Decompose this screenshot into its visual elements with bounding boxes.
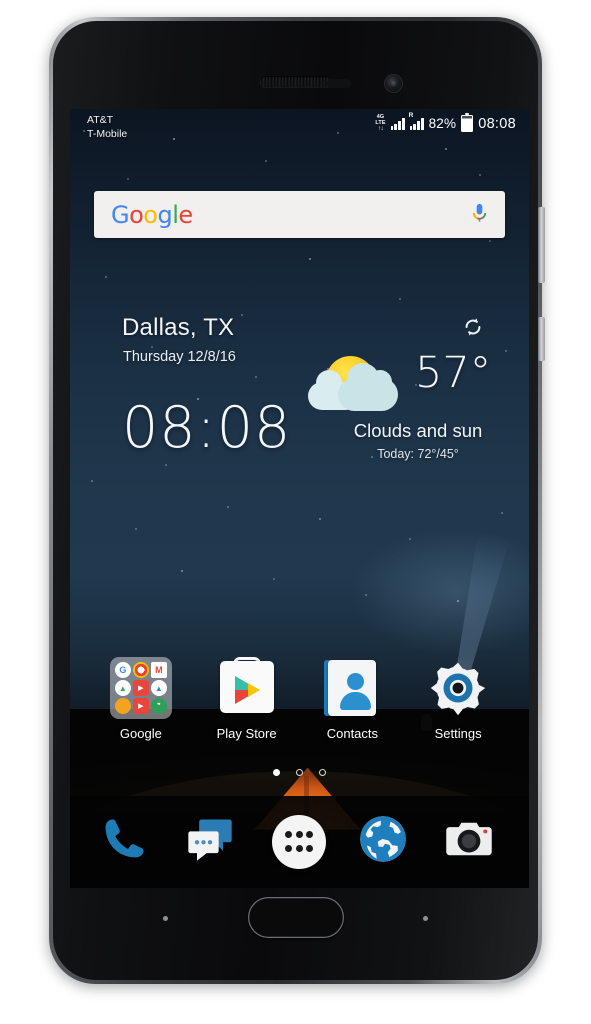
phone-device: AT&T T-Mobile 4G LTE ↑↓ R 82% 08:08 Goog…: [49, 17, 545, 984]
home-clock: 08:08: [122, 395, 292, 461]
cloud-front-icon: [338, 363, 398, 411]
volume-rocker-button[interactable]: [538, 207, 545, 283]
app-drawer-circle[interactable]: [272, 815, 327, 869]
settings-gear-icon[interactable]: [427, 657, 489, 719]
folder-icon-play-movies: ▶: [132, 698, 149, 714]
app-contacts[interactable]: Contacts: [304, 657, 400, 741]
app-drawer-icon[interactable]: [270, 813, 328, 871]
folder-icon-hangouts: ❞: [150, 698, 167, 714]
dock-bar: [70, 796, 529, 888]
battery-percent: 82%: [428, 116, 457, 131]
folder-icon-maps: ▲: [114, 680, 131, 696]
folder-icon-google-search: G: [114, 662, 131, 678]
messaging-icon[interactable]: [184, 813, 242, 871]
power-button[interactable]: [538, 317, 545, 361]
folder-icon-chrome: [132, 662, 149, 678]
front-camera-icon: [385, 75, 403, 92]
contacts-icon[interactable]: [321, 657, 383, 719]
weather-today-range: Today: 72°/45°: [377, 447, 459, 461]
earpiece-speaker-icon: [259, 76, 332, 87]
status-bar[interactable]: AT&T T-Mobile 4G LTE ↑↓ R 82% 08:08: [70, 109, 529, 153]
status-clock: 08:08: [478, 115, 516, 132]
weather-condition-icon: [308, 356, 398, 418]
phone-bezel: AT&T T-Mobile 4G LTE ↑↓ R 82% 08:08 Goog…: [53, 21, 538, 980]
roaming-signal-icon: R: [409, 112, 424, 130]
home-button[interactable]: [247, 897, 344, 938]
google-search-bar[interactable]: Google: [94, 191, 505, 238]
capacitive-key-recents[interactable]: [423, 916, 428, 921]
weather-date: Thursday 12/8/16: [123, 349, 236, 365]
refresh-icon[interactable]: [462, 316, 484, 338]
home-app-row: G M ▲ ▶ ▲ ▶ ❞ Google Play Store Contacts…: [70, 657, 529, 741]
google-folder-icon[interactable]: G M ▲ ▶ ▲ ▶ ❞: [109, 657, 172, 719]
signal-bars-icon: [390, 117, 405, 130]
play-store-bag: [219, 661, 274, 713]
status-icons: 4G LTE ↑↓ R 82% 08:08: [375, 112, 516, 132]
app-settings[interactable]: Settings: [410, 657, 506, 741]
folder-icon-drive: ▲: [150, 680, 167, 696]
page-indicator[interactable]: [70, 769, 529, 776]
carrier-primary: AT&T: [87, 114, 114, 126]
browser-icon[interactable]: [357, 813, 415, 871]
weather-condition-text: Clouds and sun: [353, 420, 483, 441]
roaming-badge: R: [408, 112, 414, 119]
page-dot[interactable]: [319, 769, 326, 776]
folder-icon-gmail: M: [150, 662, 167, 678]
app-google-folder[interactable]: G M ▲ ▶ ▲ ▶ ❞ Google: [93, 657, 189, 741]
phone-icon[interactable]: [98, 813, 156, 871]
phone-screen: AT&T T-Mobile 4G LTE ↑↓ R 82% 08:08 Goog…: [70, 109, 529, 888]
play-store-icon[interactable]: [216, 657, 278, 719]
app-label-google: Google: [119, 726, 162, 741]
folder-icon-photos: [114, 698, 131, 714]
app-label-settings: Settings: [434, 726, 482, 741]
weather-city: Dallas, TX: [122, 314, 235, 341]
play-triangle-tip: [247, 683, 260, 697]
voice-search-mic-icon[interactable]: [471, 202, 488, 227]
camera-icon[interactable]: [443, 813, 501, 871]
page-dot[interactable]: [296, 769, 303, 776]
screenshot-canvas: AT&T T-Mobile 4G LTE ↑↓ R 82% 08:08 Goog…: [0, 0, 591, 1024]
app-label-contacts: Contacts: [326, 726, 379, 741]
app-play-store[interactable]: Play Store: [199, 657, 295, 741]
google-logo: Google: [111, 200, 193, 229]
page-dot-active[interactable]: [273, 769, 280, 776]
carrier-labels: AT&T T-Mobile: [87, 114, 127, 141]
capacitive-key-back[interactable]: [163, 916, 168, 921]
proximity-sensor-icon: [327, 79, 352, 88]
weather-temperature: 57°: [415, 348, 492, 398]
app-label-play-store: Play Store: [216, 726, 277, 741]
weather-clock-widget[interactable]: Dallas, TX Thursday 12/8/16 08:08 57° Cl…: [70, 304, 529, 514]
folder-icon-youtube: ▶: [132, 680, 149, 696]
network-type-icon: 4G LTE ↑↓: [375, 114, 385, 132]
network-arrows: ↑↓: [378, 125, 384, 132]
battery-icon: [461, 112, 474, 132]
folder-grid: G M ▲ ▶ ▲ ▶ ❞: [109, 657, 172, 719]
carrier-secondary: T-Mobile: [87, 127, 128, 140]
